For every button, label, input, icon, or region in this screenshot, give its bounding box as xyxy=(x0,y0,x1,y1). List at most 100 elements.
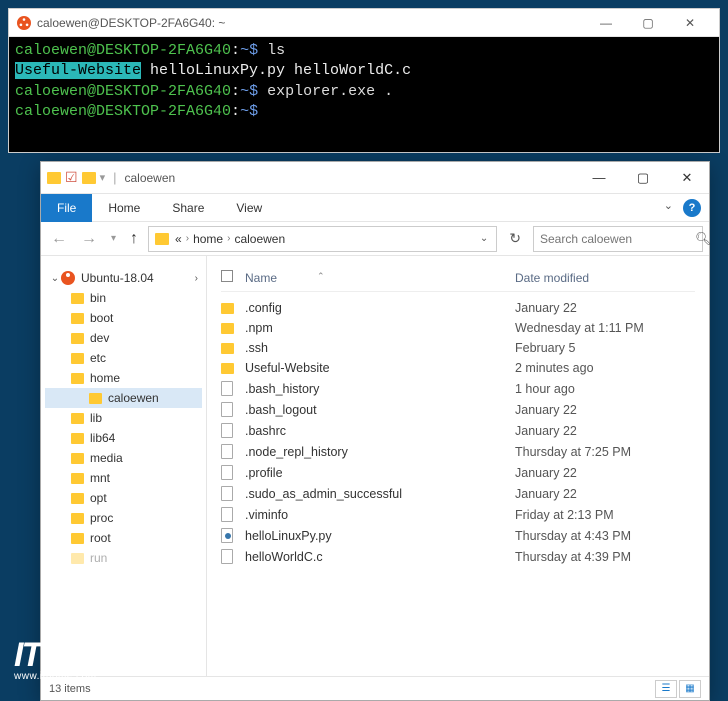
sidebar-item-etc[interactable]: etc xyxy=(45,348,202,368)
file-name: .bash_logout xyxy=(245,403,515,417)
sidebar-item-media[interactable]: media xyxy=(45,448,202,468)
explorer-body: ⌄ Ubuntu-18.04 › binbootdevetchome caloe… xyxy=(41,256,709,676)
terminal-window: caloewen@DESKTOP-2FA6G40: ~ — ▢ ✕ caloew… xyxy=(8,8,720,153)
quickaccess-dropdown[interactable]: ▾ xyxy=(100,171,106,184)
terminal-maximize-button[interactable]: ▢ xyxy=(627,9,669,37)
sidebar-item-lib[interactable]: lib xyxy=(45,408,202,428)
file-row[interactable]: .profileJanuary 22 xyxy=(221,462,695,483)
chevron-right-icon: › xyxy=(195,273,198,284)
nav-recent-dropdown[interactable]: ▾ xyxy=(107,233,120,244)
file-row[interactable]: .viminfoFriday at 2:13 PM xyxy=(221,504,695,525)
folder-icon xyxy=(71,373,84,384)
address-dropdown[interactable]: ⌄ xyxy=(480,233,490,244)
sidebar-item-lib64[interactable]: lib64 xyxy=(45,428,202,448)
sidebar-item-caloewen[interactable]: caloewen xyxy=(45,388,202,408)
file-name: .node_repl_history xyxy=(245,445,515,459)
breadcrumb-overflow[interactable]: « xyxy=(173,232,184,246)
file-icon xyxy=(221,486,233,501)
file-date: January 22 xyxy=(515,424,695,438)
file-row[interactable]: .bash_logoutJanuary 22 xyxy=(221,399,695,420)
sidebar-item-opt[interactable]: opt xyxy=(45,488,202,508)
tree-collapse-icon[interactable]: ⌄ xyxy=(49,273,61,284)
file-name: .sudo_as_admin_successful xyxy=(245,487,515,501)
file-date: January 22 xyxy=(515,301,695,315)
ribbon-collapse-icon[interactable]: ⌄ xyxy=(664,199,673,217)
file-row[interactable]: .bash_history1 hour ago xyxy=(221,378,695,399)
terminal-close-button[interactable]: ✕ xyxy=(669,9,711,37)
terminal-body[interactable]: caloewen@DESKTOP-2FA6G40:~$ ls Useful-We… xyxy=(9,37,719,152)
breadcrumb-caloewen[interactable]: caloewen xyxy=(232,232,287,246)
nav-back-button[interactable]: ← xyxy=(47,230,71,248)
folder-icon xyxy=(71,433,84,444)
python-file-icon xyxy=(221,528,233,543)
ribbon-tabs: File Home Share View ⌄ ? xyxy=(41,194,709,222)
sidebar-item-boot[interactable]: boot xyxy=(45,308,202,328)
sidebar-item-dev[interactable]: dev xyxy=(45,328,202,348)
sidebar-item-proc[interactable]: proc xyxy=(45,508,202,528)
view-icons-button[interactable]: ▦ xyxy=(679,680,701,698)
file-row[interactable]: Useful-Website2 minutes ago xyxy=(221,358,695,378)
minimize-button[interactable]: — xyxy=(577,162,621,194)
file-icon xyxy=(221,507,233,522)
file-icon xyxy=(221,381,233,396)
chevron-right-icon: › xyxy=(184,233,191,244)
explorer-titlebar: ☑ ▾ | caloewen — ▢ ✕ xyxy=(41,162,709,194)
search-input[interactable] xyxy=(540,232,695,246)
nav-up-button[interactable]: ↑ xyxy=(126,230,142,248)
sidebar-item-bin[interactable]: bin xyxy=(45,288,202,308)
sidebar-item-mnt[interactable]: mnt xyxy=(45,468,202,488)
ribbon-file-tab[interactable]: File xyxy=(41,194,92,222)
nav-forward-button[interactable]: → xyxy=(77,230,101,248)
ribbon-view-tab[interactable]: View xyxy=(220,201,278,215)
column-date[interactable]: Date modified xyxy=(515,271,695,285)
maximize-button[interactable]: ▢ xyxy=(621,162,665,194)
watermark: IT之 www.ithome.com xyxy=(14,640,97,682)
file-date: Thursday at 4:43 PM xyxy=(515,529,695,543)
address-bar[interactable]: « › home › caloewen ⌄ xyxy=(148,226,497,252)
status-bar: 13 items ☰ ▦ xyxy=(41,676,709,700)
file-row[interactable]: helloLinuxPy.pyThursday at 4:43 PM xyxy=(221,525,695,546)
select-all-checkbox[interactable] xyxy=(221,270,233,282)
file-row[interactable]: .configJanuary 22 xyxy=(221,298,695,318)
file-name: .ssh xyxy=(245,341,515,355)
help-icon[interactable]: ? xyxy=(683,199,701,217)
close-button[interactable]: ✕ xyxy=(665,162,709,194)
terminal-title: caloewen@DESKTOP-2FA6G40: ~ xyxy=(37,16,585,30)
ribbon-share-tab[interactable]: Share xyxy=(156,201,220,215)
terminal-minimize-button[interactable]: — xyxy=(585,9,627,37)
file-name: helloLinuxPy.py xyxy=(245,529,515,543)
folder-icon xyxy=(221,343,234,354)
file-row[interactable]: .sudo_as_admin_successfulJanuary 22 xyxy=(221,483,695,504)
file-row[interactable]: .bashrcJanuary 22 xyxy=(221,420,695,441)
ubuntu-icon xyxy=(17,16,31,30)
folder-icon xyxy=(47,172,61,184)
search-icon[interactable]: 🔍︎ xyxy=(695,231,712,247)
view-details-button[interactable]: ☰ xyxy=(655,680,677,698)
file-icon xyxy=(221,444,233,459)
file-icon xyxy=(221,549,233,564)
file-row[interactable]: helloWorldC.cThursday at 4:39 PM xyxy=(221,546,695,567)
file-icon xyxy=(221,465,233,480)
file-row[interactable]: .node_repl_historyThursday at 7:25 PM xyxy=(221,441,695,462)
file-row[interactable]: .sshFebruary 5 xyxy=(221,338,695,358)
ribbon-home-tab[interactable]: Home xyxy=(92,201,156,215)
sidebar-item-home[interactable]: home xyxy=(45,368,202,388)
explorer-window: ☑ ▾ | caloewen — ▢ ✕ File Home Share Vie… xyxy=(40,161,710,701)
file-name: .npm xyxy=(245,321,515,335)
folder-icon xyxy=(221,323,234,334)
pin-checkbox-icon[interactable]: ☑ xyxy=(65,169,78,186)
sidebar-item-ubuntu[interactable]: ⌄ Ubuntu-18.04 › xyxy=(45,268,202,288)
folder-icon xyxy=(71,313,84,324)
breadcrumb-home[interactable]: home xyxy=(191,232,225,246)
search-box[interactable]: 🔍︎ xyxy=(533,226,703,252)
terminal-line: caloewen@DESKTOP-2FA6G40:~$ explorer.exe… xyxy=(15,82,713,102)
sidebar-item-root[interactable]: root xyxy=(45,528,202,548)
refresh-button[interactable]: ↻ xyxy=(503,230,527,247)
folder-icon xyxy=(89,393,102,404)
file-name: .viminfo xyxy=(245,508,515,522)
sidebar-item-run[interactable]: run xyxy=(45,548,202,568)
file-date: Friday at 2:13 PM xyxy=(515,508,695,522)
file-date: 1 hour ago xyxy=(515,382,695,396)
file-row[interactable]: .npmWednesday at 1:11 PM xyxy=(221,318,695,338)
column-name[interactable]: Name⌃ xyxy=(245,271,515,285)
